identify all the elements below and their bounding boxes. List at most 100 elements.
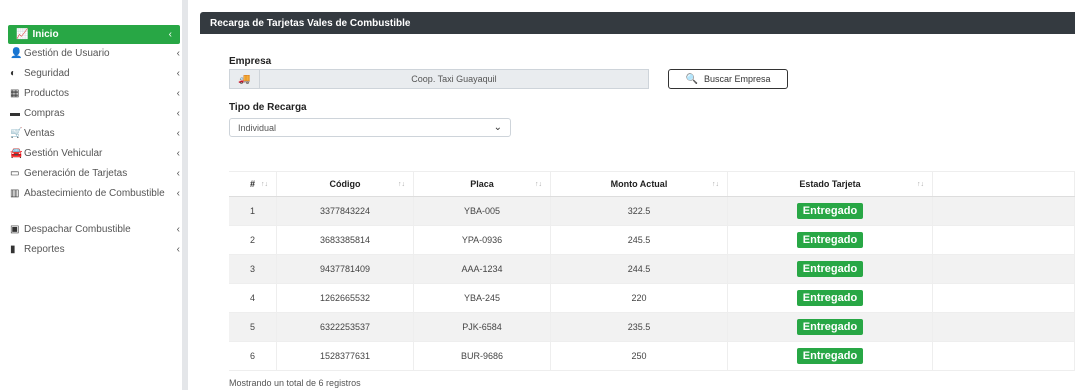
truck-icon: ▬ xyxy=(10,108,20,119)
cart-icon: 🛒 xyxy=(10,128,23,139)
cell-placa: AAA-1234 xyxy=(414,255,551,283)
sidebar-item-seguridad[interactable]: ◐ Seguridad ‹ xyxy=(10,68,180,88)
chevron-left-icon: ‹ xyxy=(176,68,180,79)
sidebar-item-productos[interactable]: ▦ Productos ‹ xyxy=(10,88,180,108)
cell-number: 3 xyxy=(229,255,277,283)
cell-extra xyxy=(933,313,1075,341)
table-row[interactable]: 6 1528377631 BUR-9686 250 Entregado xyxy=(229,342,1075,371)
cell-extra xyxy=(933,284,1075,312)
empresa-field[interactable]: 🚚 Coop. Taxi Guayaquil xyxy=(229,69,649,89)
empresa-value: Coop. Taxi Guayaquil xyxy=(411,74,497,84)
recargas-table: # ↑↓ Código ↑↓ Placa ↑↓ Monto Actual ↑↓ Esta… xyxy=(229,171,1075,371)
sidebar-item-compras[interactable]: ▬ Compras ‹ xyxy=(10,108,180,128)
status-badge: Entregado xyxy=(796,348,864,364)
cell-number: 6 xyxy=(229,342,277,370)
header-label: # xyxy=(249,179,255,189)
cell-codigo: 1262665532 xyxy=(277,284,414,312)
sidebar-item-label: Reportes xyxy=(24,244,65,255)
status-badge: Entregado xyxy=(796,232,864,248)
chevron-left-icon: ‹ xyxy=(176,188,180,199)
sidebar-item-label: Ventas xyxy=(24,128,55,139)
column-header-number[interactable]: # ↑↓ xyxy=(229,172,277,196)
truck-icon: 🚚 xyxy=(230,70,260,88)
car-icon: 🚘 xyxy=(10,148,23,159)
sidebar: 📈 Inicio ‹ 👤 Gestión de Usuario ‹ ◐ Segu… xyxy=(0,0,188,390)
buscar-empresa-button[interactable]: 🔍 Buscar Empresa xyxy=(668,69,788,89)
tipo-recarga-label: Tipo de Recarga xyxy=(229,102,307,113)
chevron-left-icon: ‹ xyxy=(176,128,180,139)
header-label: Estado Tarjeta xyxy=(799,179,861,189)
cell-codigo: 1528377631 xyxy=(277,342,414,370)
sidebar-item-reportes[interactable]: ▮ Reportes ‹ xyxy=(10,244,180,264)
chevron-left-icon: ‹ xyxy=(168,29,172,40)
column-header-placa[interactable]: Placa ↑↓ xyxy=(414,172,551,196)
status-badge: Entregado xyxy=(796,203,864,219)
barcode-icon: ▥ xyxy=(10,188,20,199)
sidebar-item-label: Compras xyxy=(24,108,65,119)
empresa-label: Empresa xyxy=(229,56,272,67)
cell-monto: 244.5 xyxy=(551,255,728,283)
sidebar-item-inicio[interactable]: 📈 Inicio ‹ xyxy=(8,25,180,44)
cell-number: 5 xyxy=(229,313,277,341)
sidebar-item-abastecimiento[interactable]: ▥ Abastecimiento de Combustible ‹ xyxy=(10,188,180,224)
column-header-estado[interactable]: Estado Tarjeta ↑↓ xyxy=(728,172,933,196)
status-badge: Entregado xyxy=(796,261,864,277)
cell-monto: 322.5 xyxy=(551,197,728,225)
sort-icon: ↑↓ xyxy=(917,180,924,188)
sidebar-item-despachar[interactable]: ▣ Despachar Combustible ‹ xyxy=(10,224,180,244)
cell-monto: 235.5 xyxy=(551,313,728,341)
buscar-label: Buscar Empresa xyxy=(703,74,771,84)
column-header-monto[interactable]: Monto Actual ↑↓ xyxy=(551,172,728,196)
cell-extra xyxy=(933,197,1075,225)
search-icon: 🔍 xyxy=(685,73,698,85)
sidebar-item-gestion-vehicular[interactable]: 🚘 Gestión Vehicular ‹ xyxy=(10,148,180,168)
cell-estado: Entregado xyxy=(728,342,933,370)
products-icon: ▦ xyxy=(10,88,20,99)
chevron-left-icon: ‹ xyxy=(176,224,180,235)
cell-estado: Entregado xyxy=(728,284,933,312)
chevron-left-icon: ‹ xyxy=(176,244,180,255)
sort-icon: ↑↓ xyxy=(712,180,719,188)
user-icon: 👤 xyxy=(10,48,23,59)
tipo-recarga-value: Individual xyxy=(238,122,277,133)
card-icon: ▭ xyxy=(10,168,20,179)
sort-icon: ↑↓ xyxy=(535,180,542,188)
page-title: Recarga de Tarjetas Vales de Combustible xyxy=(200,12,1075,34)
cell-number: 4 xyxy=(229,284,277,312)
sort-icon: ↑↓ xyxy=(398,180,405,188)
dispatch-icon: ▣ xyxy=(10,224,20,235)
sidebar-item-label: Gestión Vehicular xyxy=(24,148,103,159)
cell-estado: Entregado xyxy=(728,197,933,225)
cell-number: 1 xyxy=(229,197,277,225)
cell-codigo: 3683385814 xyxy=(277,226,414,254)
cell-estado: Entregado xyxy=(728,226,933,254)
table-row[interactable]: 4 1262665532 YBA-245 220 Entregado xyxy=(229,284,1075,313)
chevron-left-icon: ‹ xyxy=(176,108,180,119)
table-row[interactable]: 3 9437781409 AAA-1234 244.5 Entregado xyxy=(229,255,1075,284)
table-header: # ↑↓ Código ↑↓ Placa ↑↓ Monto Actual ↑↓ Esta… xyxy=(229,171,1075,197)
column-header-codigo[interactable]: Código ↑↓ xyxy=(277,172,414,196)
table-row[interactable]: 2 3683385814 YPA-0936 245.5 Entregado xyxy=(229,226,1075,255)
chevron-left-icon: ‹ xyxy=(176,48,180,59)
sidebar-item-generacion-tarjetas[interactable]: ▭ Generación de Tarjetas ‹ xyxy=(10,168,180,188)
sidebar-item-label: Abastecimiento de Combustible xyxy=(24,188,165,199)
cell-estado: Entregado xyxy=(728,255,933,283)
chevron-left-icon: ‹ xyxy=(176,148,180,159)
status-badge: Entregado xyxy=(796,290,864,306)
table-footer-summary: Mostrando un total de 6 registros xyxy=(229,378,361,388)
sidebar-item-label: Inicio xyxy=(32,29,59,40)
status-badge: Entregado xyxy=(796,319,864,335)
cell-number: 2 xyxy=(229,226,277,254)
cell-extra xyxy=(933,255,1075,283)
sidebar-item-label: Seguridad xyxy=(24,68,70,79)
sidebar-item-gestion-usuario[interactable]: 👤 Gestión de Usuario ‹ xyxy=(10,48,180,68)
tipo-recarga-select[interactable]: Individual ⌄ xyxy=(229,118,511,137)
header-label: Código xyxy=(329,179,361,189)
chevron-down-icon: ⌄ xyxy=(493,122,502,133)
sidebar-item-ventas[interactable]: 🛒 Ventas ‹ xyxy=(10,128,180,148)
cell-codigo: 9437781409 xyxy=(277,255,414,283)
shield-icon: ◐ xyxy=(10,68,17,79)
table-row[interactable]: 5 6322253537 PJK-6584 235.5 Entregado xyxy=(229,313,1075,342)
sidebar-item-label: Gestión de Usuario xyxy=(24,48,110,59)
table-row[interactable]: 1 3377843224 YBA-005 322.5 Entregado xyxy=(229,197,1075,226)
